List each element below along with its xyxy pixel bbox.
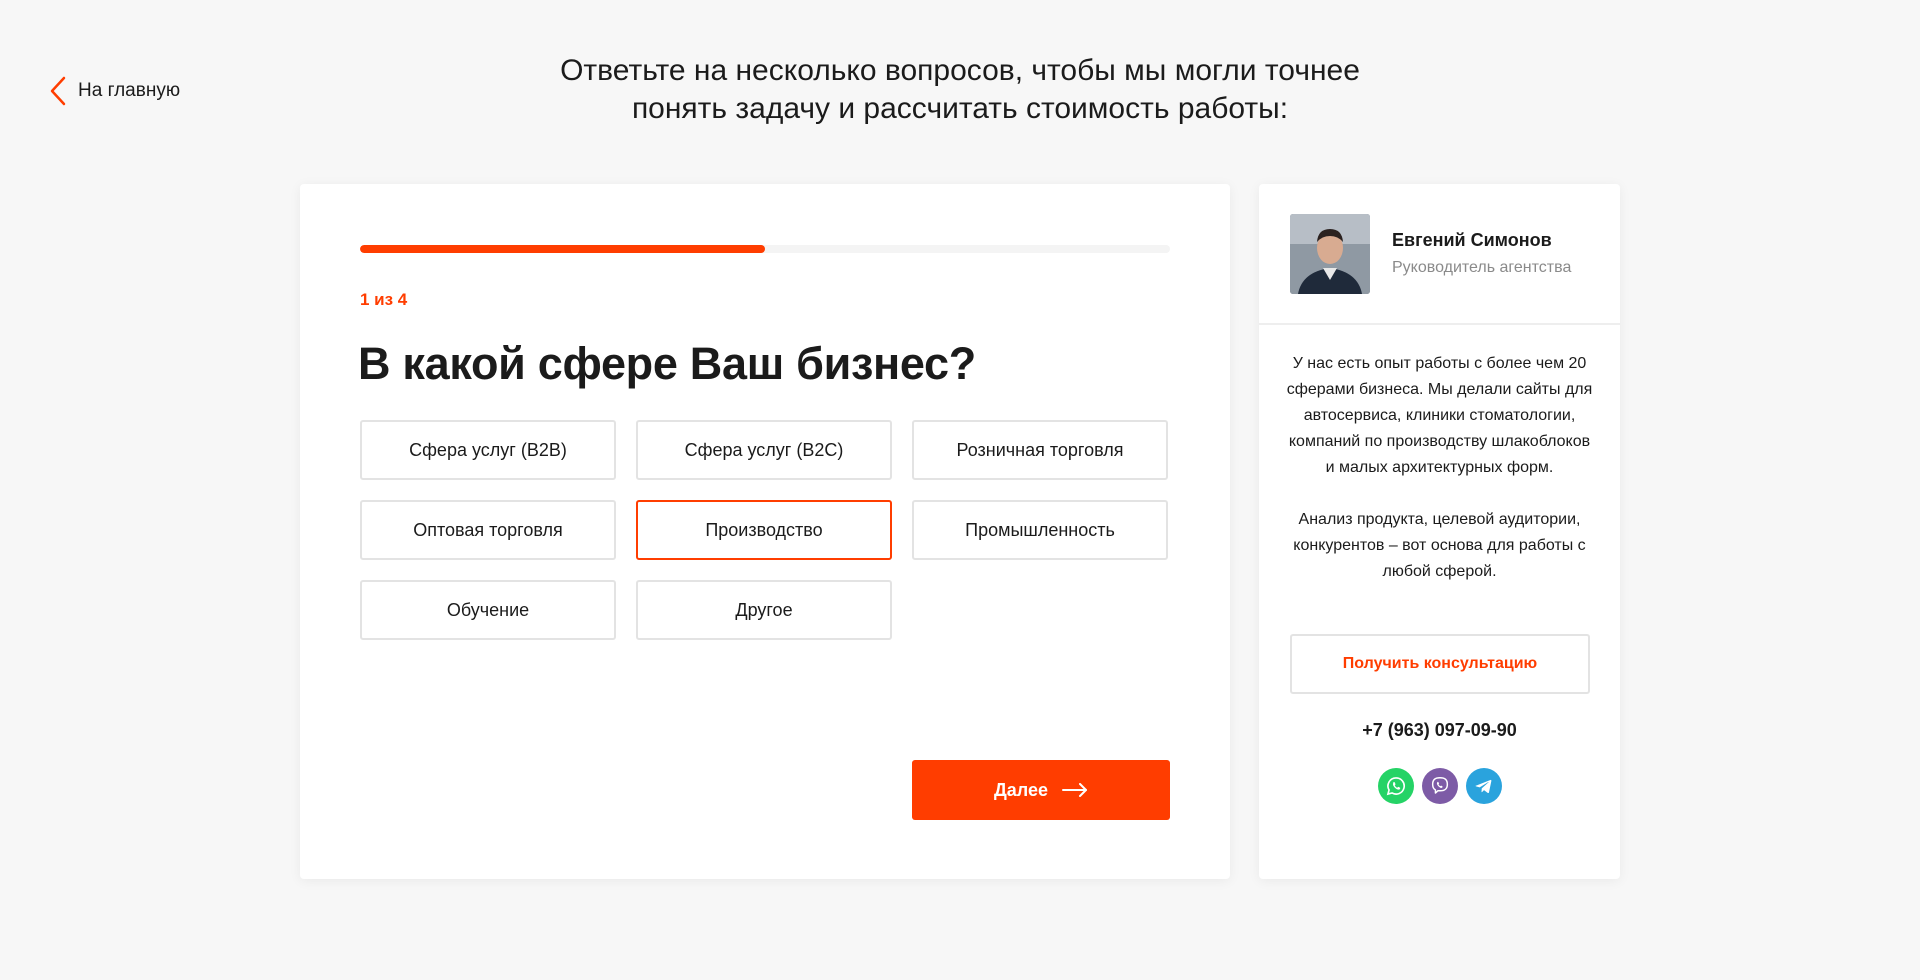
- option-industry[interactable]: Промышленность: [912, 500, 1168, 560]
- question-title: В какой сфере Ваш бизнес?: [358, 338, 976, 389]
- description-paragraph-1: У нас есть опыт работы с более чем 20 сф…: [1286, 355, 1593, 476]
- manager-card: Евгений Симонов Руководитель агентства У…: [1259, 184, 1620, 879]
- option-services-b2b[interactable]: Сфера услуг (B2B): [360, 420, 616, 480]
- description-paragraph-2: Анализ продукта, целевой аудитории, конк…: [1293, 511, 1586, 580]
- consultation-button[interactable]: Получить консультацию: [1290, 634, 1590, 694]
- whatsapp-icon[interactable]: [1377, 768, 1414, 804]
- page-headline: Ответьте на несколько вопросов, чтобы мы…: [0, 52, 1920, 128]
- step-counter: 1 из 4: [360, 290, 408, 309]
- next-button-label: Далее: [993, 779, 1049, 800]
- option-wholesale[interactable]: Оптовая торговля: [360, 500, 616, 560]
- quiz-card: 1 из 4 В какой сфере Ваш бизнес? Сфера у…: [300, 184, 1230, 879]
- option-retail[interactable]: Розничная торговля: [912, 420, 1168, 480]
- option-services-b2c[interactable]: Сфера услуг (B2C): [636, 420, 892, 480]
- manager-description: У нас есть опыт работы с более чем 20 сф…: [1285, 351, 1594, 585]
- answer-options: Сфера услуг (B2B) Сфера услуг (B2C) Розн…: [360, 420, 1168, 640]
- page: На главную Ответьте на несколько вопросо…: [0, 0, 1920, 980]
- telegram-icon[interactable]: [1465, 768, 1502, 804]
- option-other[interactable]: Другое: [636, 580, 892, 640]
- manager-profile: Евгений Симонов Руководитель агентства: [1259, 184, 1620, 325]
- phone-number[interactable]: +7 (963) 097-09-90: [1259, 720, 1620, 741]
- avatar-photo: [1290, 213, 1370, 294]
- progress-bar: [360, 245, 1170, 253]
- manager-name: Евгений Симонов: [1392, 230, 1552, 250]
- arrow-right-icon: [1062, 783, 1088, 797]
- manager-role: Руководитель агентства: [1392, 259, 1572, 276]
- messenger-links: [1259, 768, 1620, 804]
- viber-icon[interactable]: [1421, 768, 1458, 804]
- manager-avatar: [1290, 213, 1370, 294]
- headline-line-1: Ответьте на несколько вопросов, чтобы мы…: [560, 54, 1360, 87]
- option-manufacturing[interactable]: Производство: [636, 500, 892, 560]
- option-education[interactable]: Обучение: [360, 580, 616, 640]
- headline-line-2: понять задачу и рассчитать стоимость раб…: [631, 92, 1289, 125]
- progress-bar-fill: [360, 245, 765, 253]
- next-button[interactable]: Далее: [912, 760, 1170, 820]
